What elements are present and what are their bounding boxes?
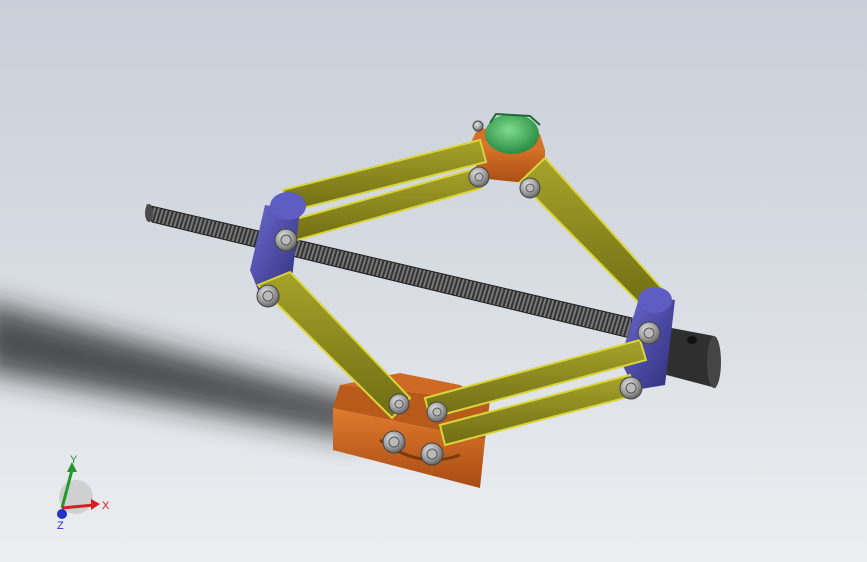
y-axis-label: Y [70,454,78,466]
hex-bolt[interactable] [472,120,484,132]
model-scene[interactable]: Y X Z [0,0,867,562]
graphics-viewport[interactable]: Y X Z [0,0,867,562]
scissor-arm-lower-right[interactable] [423,338,648,447]
x-axis-label: X [102,500,110,512]
scissor-arm-upper-left[interactable] [281,138,488,244]
hex-bolt[interactable] [382,430,406,454]
scissor-arm-upper-right[interactable] [518,156,667,314]
z-axis-dot [57,509,67,519]
x-arrowhead-icon [91,499,100,510]
hex-bolt[interactable] [256,284,280,308]
hex-bolt[interactable] [388,393,410,415]
hex-bolt[interactable] [274,228,298,252]
z-axis-label: Z [57,520,64,532]
hex-bolt[interactable] [420,442,444,466]
hex-bolt[interactable] [637,321,661,345]
coordinate-triad[interactable]: Y X Z [57,454,110,532]
lead-screw[interactable] [145,204,633,339]
hex-bolt[interactable] [426,401,448,423]
hex-bolt[interactable] [468,166,490,188]
hex-bolt[interactable] [619,376,643,400]
hex-bolt[interactable] [519,177,541,199]
